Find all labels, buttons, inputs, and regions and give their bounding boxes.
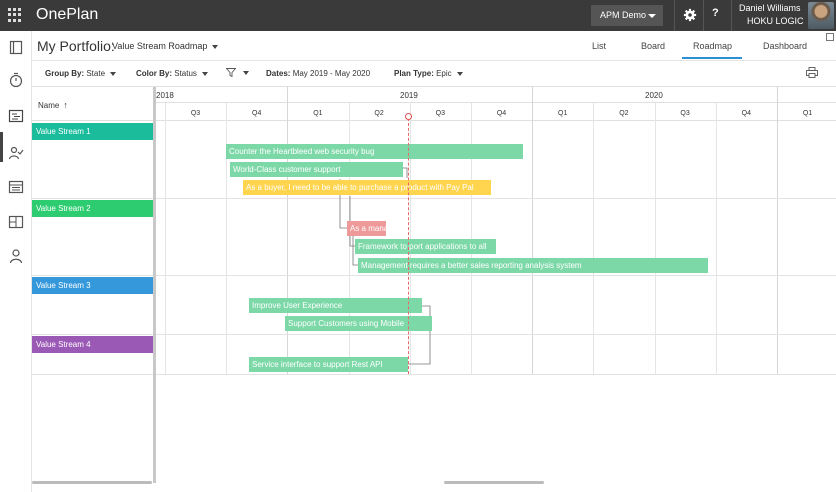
today-marker-icon[interactable] (405, 113, 412, 120)
epic-bar[interactable]: Counter the Heartbleed web security bug (226, 144, 523, 159)
epic-label: Framework to port applications to all (358, 242, 487, 251)
epic-bar[interactable]: Service interface to support Rest API (249, 357, 408, 372)
epic-bar[interactable]: Framework to port applications to all (355, 239, 496, 254)
epic-bar[interactable]: World-Class customer support (230, 162, 403, 177)
epic-label: Support Customers using Mobile (288, 319, 405, 328)
epic-label: World-Class customer support (233, 165, 341, 174)
epic-label: Service interface to support Rest API (252, 360, 383, 369)
epic-label: Management requires a better sales repor… (361, 261, 582, 270)
epic-label: As a mana (350, 224, 386, 233)
epic-label: Improve User Experience (252, 301, 343, 310)
horizontal-scrollbar[interactable] (444, 481, 544, 484)
epic-bar[interactable]: Improve User Experience (249, 298, 422, 313)
epic-bar[interactable]: Management requires a better sales repor… (358, 258, 708, 273)
epic-bar[interactable]: As a buyer, I need to be able to purchas… (243, 180, 491, 195)
epic-label: Counter the Heartbleed web security bug (229, 147, 375, 156)
epic-label: As a buyer, I need to be able to purchas… (246, 183, 474, 192)
epic-bar[interactable]: Support Customers using Mobile (285, 316, 432, 331)
today-line (408, 118, 409, 374)
column-splitter[interactable] (153, 87, 156, 483)
horizontal-scrollbar[interactable] (32, 481, 152, 484)
epic-bar[interactable]: As a mana (347, 221, 386, 236)
